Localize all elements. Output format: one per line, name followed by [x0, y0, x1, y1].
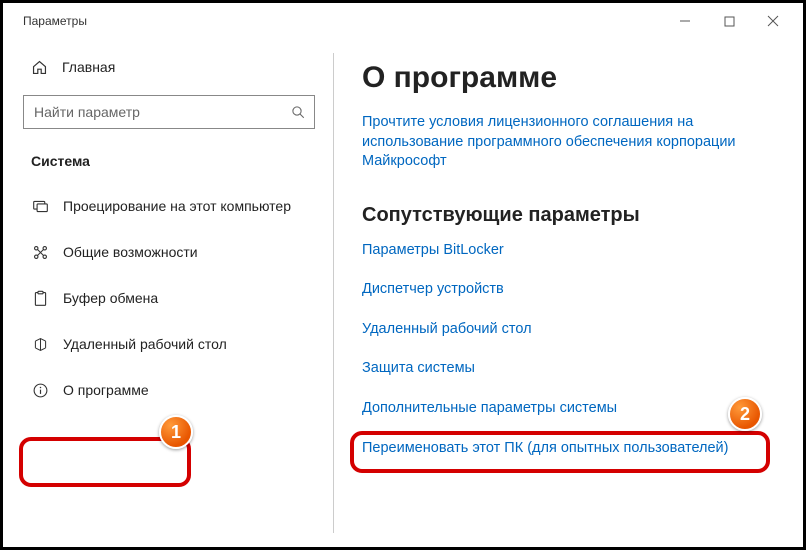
home-icon [31, 59, 48, 76]
link-bitlocker[interactable]: Параметры BitLocker [362, 241, 783, 261]
related-links: Параметры BitLocker Диспетчер устройств … [362, 241, 783, 458]
sidebar-item-label: О программе [63, 382, 149, 398]
sidebar-item-shared[interactable]: Общие возможности [23, 229, 325, 275]
section-label: Система [23, 147, 325, 183]
link-rename-pc[interactable]: Переименовать этот ПК (для опытных польз… [362, 439, 783, 459]
related-title: Сопутствующие параметры [362, 204, 783, 227]
remote-icon [31, 336, 49, 353]
main-content: О программе Прочтите условия лицензионно… [334, 39, 803, 547]
window-title: Параметры [23, 14, 663, 28]
titlebar: Параметры [3, 3, 803, 39]
close-button[interactable] [751, 6, 795, 36]
license-link[interactable]: Прочтите условия лицензионного соглашени… [362, 113, 762, 172]
window-controls [663, 6, 795, 36]
search-icon [291, 105, 306, 120]
link-remote-desktop[interactable]: Удаленный рабочий стол [362, 320, 783, 340]
clipboard-icon [31, 290, 49, 307]
sidebar-item-about[interactable]: О программе [23, 367, 325, 413]
annotation-highlight-1 [19, 437, 191, 487]
projecting-icon [31, 198, 49, 215]
sidebar-item-label: Общие возможности [63, 244, 198, 260]
link-device-manager[interactable]: Диспетчер устройств [362, 280, 783, 300]
sidebar-item-remote[interactable]: Удаленный рабочий стол [23, 321, 325, 367]
link-system-protection[interactable]: Защита системы [362, 359, 783, 379]
info-icon [31, 382, 49, 399]
search-placeholder: Найти параметр [34, 104, 291, 120]
link-advanced-system[interactable]: Дополнительные параметры системы [362, 399, 783, 419]
search-input[interactable]: Найти параметр [23, 95, 315, 129]
sidebar: Главная Найти параметр Система Проециров… [3, 39, 333, 547]
page-title: О программе [362, 61, 783, 95]
sidebar-item-label: Буфер обмена [63, 290, 158, 306]
minimize-button[interactable] [663, 6, 707, 36]
home-label: Главная [62, 59, 115, 75]
sidebar-item-clipboard[interactable]: Буфер обмена [23, 275, 325, 321]
shared-icon [31, 244, 49, 261]
sidebar-item-label: Удаленный рабочий стол [63, 336, 227, 352]
annotation-badge-1: 1 [159, 415, 193, 449]
sidebar-item-projecting[interactable]: Проецирование на этот компьютер [23, 183, 325, 229]
home-link[interactable]: Главная [23, 47, 325, 87]
sidebar-item-label: Проецирование на этот компьютер [63, 198, 291, 214]
maximize-button[interactable] [707, 6, 751, 36]
